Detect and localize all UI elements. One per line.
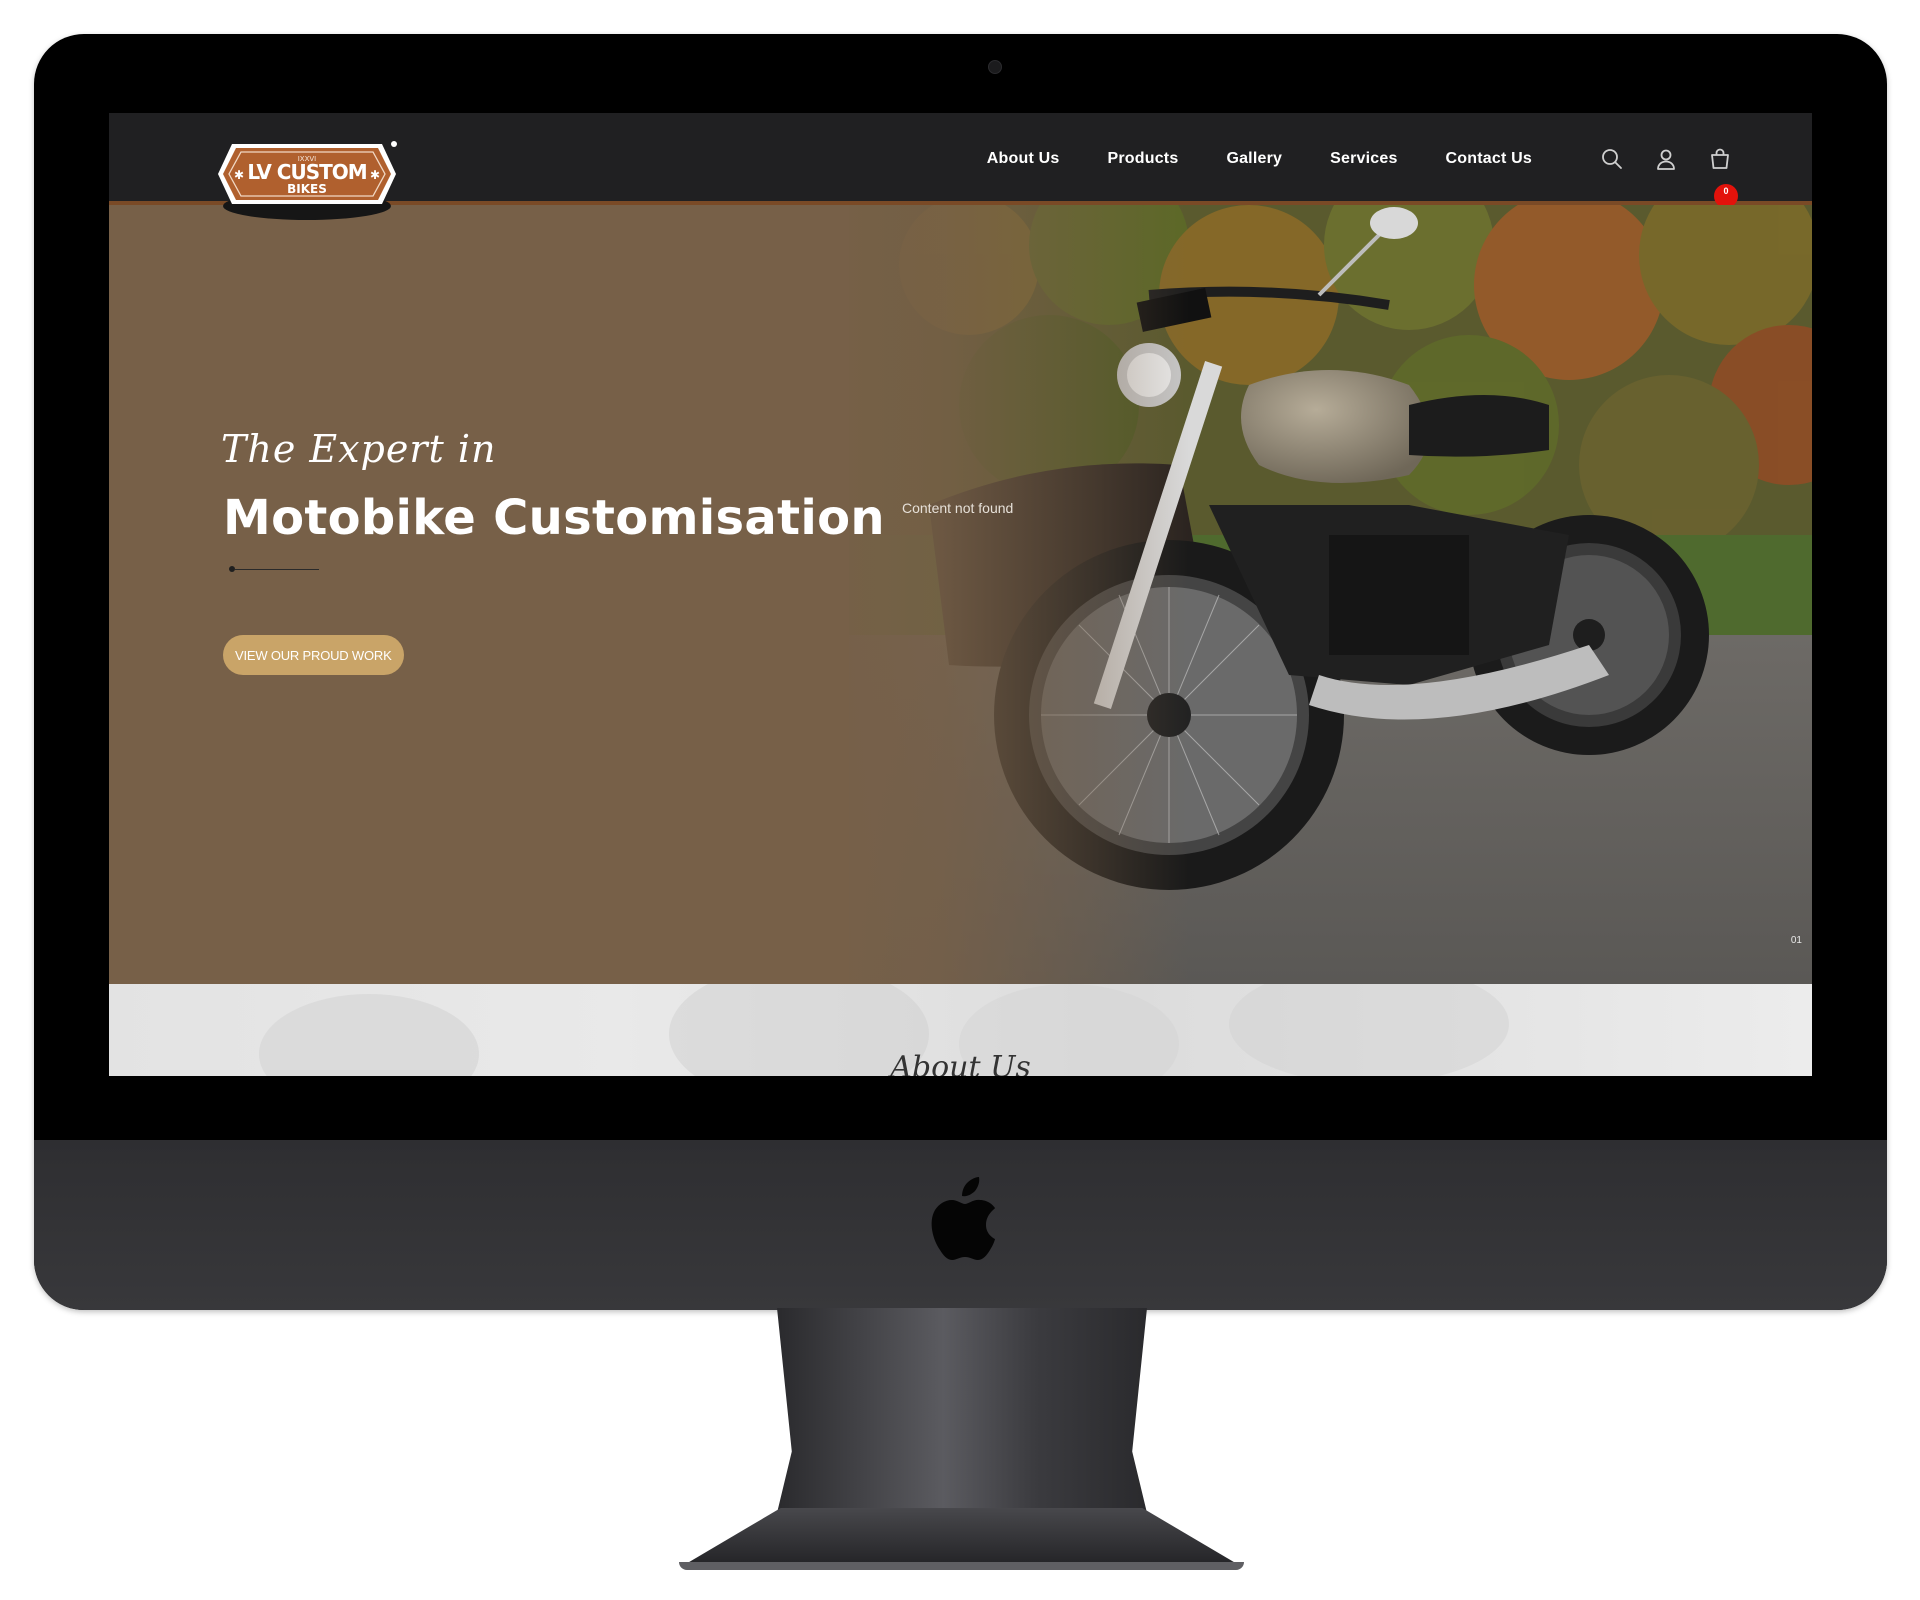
nav-services[interactable]: Services (1330, 150, 1397, 168)
hero-title: Motobike Customisation (223, 490, 885, 546)
view-proud-work-button[interactable]: VIEW OUR PROUD WORK (223, 635, 404, 675)
imac-stand-base (679, 1508, 1244, 1568)
hero-script-line: The Expert in (221, 427, 497, 471)
nav-contact-us[interactable]: Contact Us (1446, 150, 1532, 168)
imac-stand-foot (679, 1562, 1244, 1570)
screen: About Us Products Gallery Services Conta… (109, 113, 1812, 1076)
about-section: About Us (109, 984, 1812, 1076)
nav-gallery[interactable]: Gallery (1226, 150, 1282, 168)
apple-logo-icon (931, 1177, 995, 1260)
search-icon[interactable] (1600, 147, 1624, 171)
svg-text:✱: ✱ (370, 168, 380, 182)
content-not-found-text: Content not found (902, 500, 1014, 516)
hero-section: The Expert in Motobike Customisation VIE… (109, 205, 1812, 984)
lv-custom-bikes-logo[interactable]: ✱ ✱ IXXVI LV CUSTOM BIKES (214, 134, 400, 222)
about-heading: About Us (890, 1050, 1031, 1076)
header-icons: 0 (1600, 113, 1738, 208)
main-nav: About Us Products Gallery Services Conta… (987, 113, 1532, 205)
hero-divider (229, 566, 319, 572)
cart-icon[interactable]: 0 (1708, 147, 1738, 208)
imac-stand (777, 1308, 1147, 1513)
camera-dot (988, 60, 1002, 74)
nav-about-us[interactable]: About Us (987, 150, 1060, 168)
user-icon[interactable] (1654, 147, 1678, 171)
nav-products[interactable]: Products (1107, 150, 1178, 168)
svg-text:✱: ✱ (234, 168, 244, 182)
logo-sub-text: BIKES (287, 182, 327, 196)
logo-main-text: LV CUSTOM (247, 160, 366, 184)
hero-divider-line (235, 568, 319, 570)
slide-number: 01 (1790, 935, 1802, 946)
hero-gradient-overlay (809, 205, 1189, 984)
